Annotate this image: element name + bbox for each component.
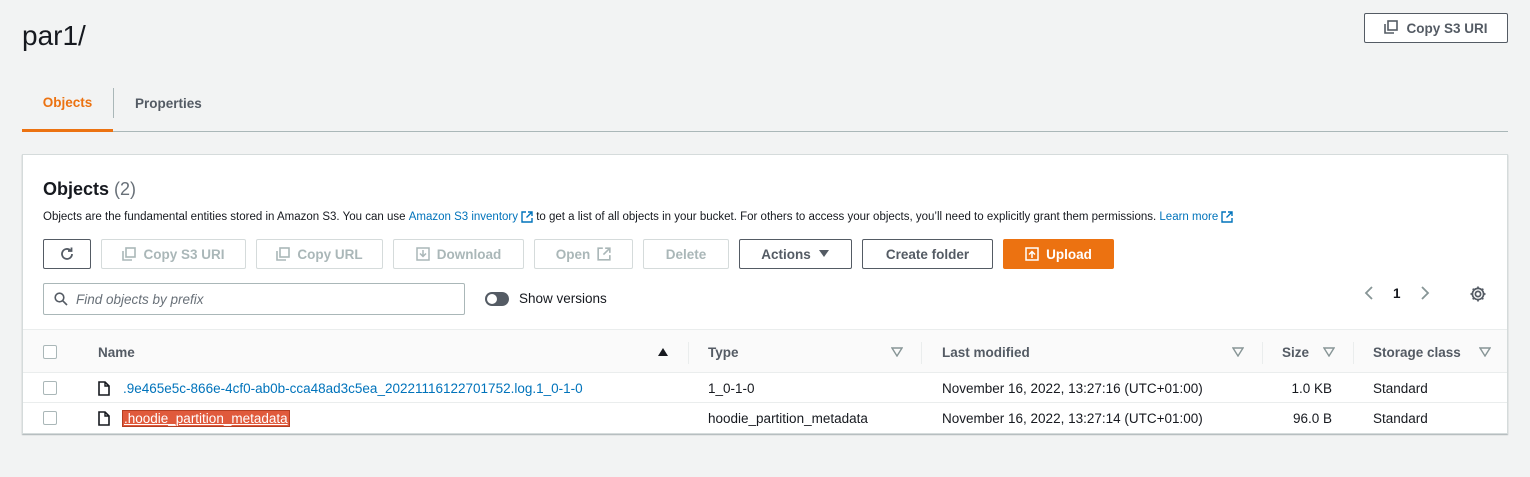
table-row[interactable]: .hoodie_partition_metadata hoodie_partit… <box>23 403 1507 433</box>
object-name-link[interactable]: .9e465e5c-866e-4cf0-ab0b-cca48ad3c5ea_20… <box>123 381 583 396</box>
panel-title: Objects (2) <box>43 179 136 200</box>
object-last-modified: November 16, 2022, 13:27:14 (UTC+01:00) <box>942 410 1203 426</box>
row-checkbox[interactable] <box>43 381 57 395</box>
sort-icon[interactable] <box>891 347 903 357</box>
copy-icon <box>122 247 137 261</box>
sort-ascending-icon[interactable] <box>657 347 669 357</box>
download-icon <box>416 247 430 261</box>
page-title: par1/ <box>22 20 86 51</box>
column-header-last-modified[interactable]: Last modified <box>942 330 1030 374</box>
tab-bar: Objects Properties <box>22 74 1508 132</box>
next-page-button[interactable] <box>1419 285 1431 301</box>
table-settings-button[interactable] <box>1469 285 1487 303</box>
copy-url-button[interactable]: Copy URL <box>256 239 383 269</box>
sort-icon[interactable] <box>1479 347 1491 357</box>
actions-label: Actions <box>761 246 811 262</box>
column-header-type[interactable]: Type <box>708 330 739 374</box>
select-all-checkbox[interactable] <box>43 345 57 359</box>
search-input[interactable] <box>76 291 436 307</box>
external-link-icon <box>1221 211 1233 223</box>
delete-label: Delete <box>665 246 707 262</box>
object-type: 1_0-1-0 <box>708 380 755 396</box>
object-size: 1.0 KB <box>1291 380 1332 396</box>
panel-title-text: Objects <box>43 179 110 199</box>
search-box <box>43 283 465 315</box>
copy-url-label: Copy URL <box>297 246 363 262</box>
tab-objects[interactable]: Objects <box>22 74 113 132</box>
column-separator <box>688 342 689 364</box>
download-label: Download <box>436 246 502 262</box>
create-folder-label: Create folder <box>885 246 970 262</box>
previous-page-button[interactable] <box>1363 285 1375 301</box>
column-separator <box>1262 342 1263 364</box>
show-versions-control: Show versions <box>485 291 607 306</box>
row-select-cell <box>43 403 57 433</box>
learn-more-link[interactable]: Learn more <box>1159 211 1233 223</box>
file-icon <box>98 373 110 403</box>
external-link-icon <box>597 247 611 261</box>
open-label: Open <box>555 246 591 262</box>
object-storage-class: Standard <box>1373 410 1428 426</box>
row-select-cell <box>43 373 57 403</box>
external-link-icon <box>521 211 533 223</box>
tab-properties[interactable]: Properties <box>135 74 202 132</box>
current-page-number[interactable]: 1 <box>1393 286 1401 301</box>
search-icon <box>54 292 68 306</box>
copy-s3-uri-button[interactable]: Copy S3 URI <box>101 239 246 269</box>
chevron-left-icon <box>1364 286 1373 300</box>
column-header-name[interactable]: Name <box>98 330 135 374</box>
copy-s3-uri-label: Copy S3 URI <box>143 246 225 262</box>
object-size: 96.0 B <box>1292 410 1332 426</box>
tab-divider <box>113 88 114 118</box>
object-type: hoodie_partition_metadata <box>708 410 868 426</box>
file-icon <box>98 403 110 433</box>
refresh-button[interactable] <box>43 239 91 269</box>
show-versions-label: Show versions <box>519 291 607 306</box>
row-checkbox[interactable] <box>43 411 57 425</box>
object-name-link[interactable]: .hoodie_partition_metadata <box>122 409 290 427</box>
show-versions-toggle[interactable] <box>485 291 509 306</box>
s3-inventory-link[interactable]: Amazon S3 inventory <box>409 211 533 223</box>
learn-more-label: Learn more <box>1159 211 1219 223</box>
delete-button[interactable]: Delete <box>643 239 729 269</box>
gear-icon <box>1470 286 1486 302</box>
upload-label: Upload <box>1046 246 1092 262</box>
column-separator <box>921 342 922 364</box>
object-count: (2) <box>114 179 137 199</box>
upload-icon <box>1025 247 1039 261</box>
caret-down-icon <box>818 250 829 257</box>
object-last-modified: November 16, 2022, 13:27:16 (UTC+01:00) <box>942 380 1203 396</box>
object-name-cell: .9e465e5c-866e-4cf0-ab0b-cca48ad3c5ea_20… <box>123 373 583 403</box>
table-header: Name Type Last modified Size Storage cla… <box>23 329 1507 373</box>
column-separator <box>1353 342 1354 364</box>
download-button[interactable]: Download <box>393 239 524 269</box>
copy-icon <box>1384 19 1399 37</box>
select-all-cell <box>43 330 57 374</box>
column-header-storage-class[interactable]: Storage class <box>1373 330 1461 374</box>
panel-description: Objects are the fundamental entities sto… <box>43 211 1233 223</box>
copy-s3-uri-header-button[interactable]: Copy S3 URI <box>1364 13 1508 43</box>
sort-icon[interactable] <box>1323 347 1335 357</box>
description-text-1: Objects are the fundamental entities sto… <box>43 211 409 223</box>
table-row[interactable]: .9e465e5c-866e-4cf0-ab0b-cca48ad3c5ea_20… <box>23 373 1507 403</box>
object-storage-class: Standard <box>1373 380 1428 396</box>
objects-panel: Objects (2) Objects are the fundamental … <box>22 154 1508 434</box>
open-button[interactable]: Open <box>534 239 633 269</box>
create-folder-button[interactable]: Create folder <box>862 239 993 269</box>
description-text-2: to get a list of all objects in your buc… <box>533 211 1160 223</box>
chevron-right-icon <box>1420 286 1429 300</box>
refresh-icon <box>61 247 73 260</box>
pagination: 1 <box>1363 283 1431 303</box>
s3-inventory-link-label: Amazon S3 inventory <box>408 211 518 223</box>
copy-s3-uri-header-label: Copy S3 URI <box>1406 20 1488 36</box>
sort-icon[interactable] <box>1232 347 1244 357</box>
copy-icon <box>276 247 291 261</box>
object-name-cell: .hoodie_partition_metadata <box>122 403 290 433</box>
actions-dropdown-button[interactable]: Actions <box>739 239 852 269</box>
column-header-size[interactable]: Size <box>1282 330 1309 374</box>
upload-button[interactable]: Upload <box>1003 239 1114 269</box>
